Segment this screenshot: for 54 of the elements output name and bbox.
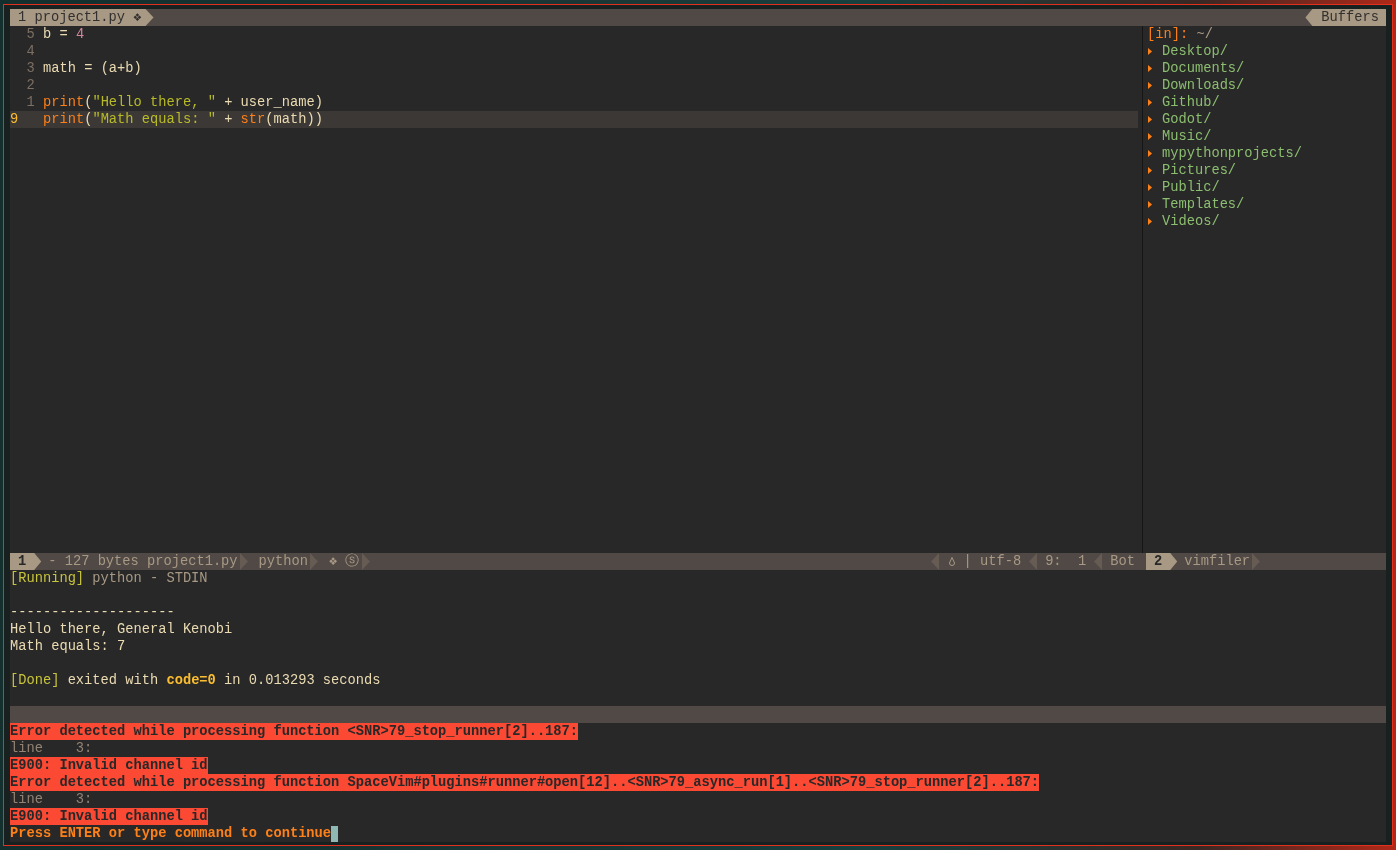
code-line: print("Math equals: " + str(math)) [43, 111, 323, 128]
folder-item[interactable]: Music/ [1147, 128, 1212, 145]
status-text: vimfiler [1183, 553, 1252, 570]
separator-icon [239, 553, 248, 570]
line-number: 3 [26, 61, 35, 76]
window-number: 2 [1146, 553, 1178, 570]
folder-item[interactable]: mypythonprojects/ [1147, 145, 1302, 162]
line-number: 4 [26, 44, 35, 59]
code-line: b = 4 [43, 26, 85, 43]
folder-item[interactable]: Public/ [1147, 179, 1220, 196]
folder-item[interactable]: Downloads/ [1147, 77, 1245, 94]
output-line: [Done] exited with code=0 in 0.013293 seconds [10, 672, 381, 689]
tree-mode-label: [in]: [1147, 26, 1189, 43]
folder-item[interactable]: Desktop/ [1147, 43, 1228, 60]
folder-item[interactable]: Github/ [1147, 94, 1220, 111]
drop-icon [949, 557, 956, 566]
status-text: python [257, 553, 309, 570]
status-text: 9: 1 [1044, 553, 1088, 570]
line-number: 1 [26, 95, 35, 110]
folder-item[interactable]: Templates/ [1147, 196, 1245, 213]
output-line: Math equals: 7 [10, 638, 126, 655]
folder-item[interactable]: Godot/ [1147, 111, 1212, 128]
folder-item[interactable]: Documents/ [1147, 60, 1245, 77]
separator-icon [1252, 553, 1261, 570]
error-message: Error detected while processing function <SNR>79_stop_runner[2]..187: [10, 723, 579, 740]
tree-path: ~/ [1196, 26, 1213, 43]
error-message: E900: Invalid channel id [10, 757, 208, 774]
output-line: Hello there, General Kenobi [10, 621, 233, 638]
buffers-label: Buffers [1305, 9, 1386, 26]
status-text: Bot [1109, 553, 1136, 570]
separator-icon [361, 553, 370, 570]
output-line: [Running] python - STDIN [10, 570, 208, 587]
folder-item[interactable]: Pictures/ [1147, 162, 1237, 179]
code-line: math = (a+b) [43, 60, 142, 77]
separator-icon [310, 553, 318, 570]
error-message: Error detected while processing function SpaceVim#plugins#runner#open[12]..<SNR>79_async_run[1]..<SNR>79_stop_runner[2]..187: [10, 774, 1040, 791]
status-text: - 127 bytes project1.py [47, 553, 239, 570]
code-line: print("Hello there, " + user_name) [43, 94, 323, 111]
line-number: 5 [26, 27, 35, 42]
line-number: 9 [10, 112, 19, 127]
folder-item[interactable]: Videos/ [1147, 213, 1220, 230]
error-message: E900: Invalid channel id [10, 808, 208, 825]
separator-icon [931, 553, 940, 570]
separator-icon [1094, 553, 1103, 570]
separator-icon [1029, 553, 1038, 570]
message-detail: line 3: [10, 740, 93, 757]
tab[interactable]: 1 project1.py ❖ [10, 9, 154, 26]
line-number: 2 [26, 78, 35, 93]
status-text: | utf-8 [963, 553, 1023, 570]
continue-prompt: Press ENTER or type command to continue [10, 825, 332, 842]
status-text: ❖ ⓢ [328, 553, 361, 570]
message-detail: line 3: [10, 791, 93, 808]
output-line: -------------------- [10, 604, 175, 621]
window-number: 1 [10, 553, 42, 570]
